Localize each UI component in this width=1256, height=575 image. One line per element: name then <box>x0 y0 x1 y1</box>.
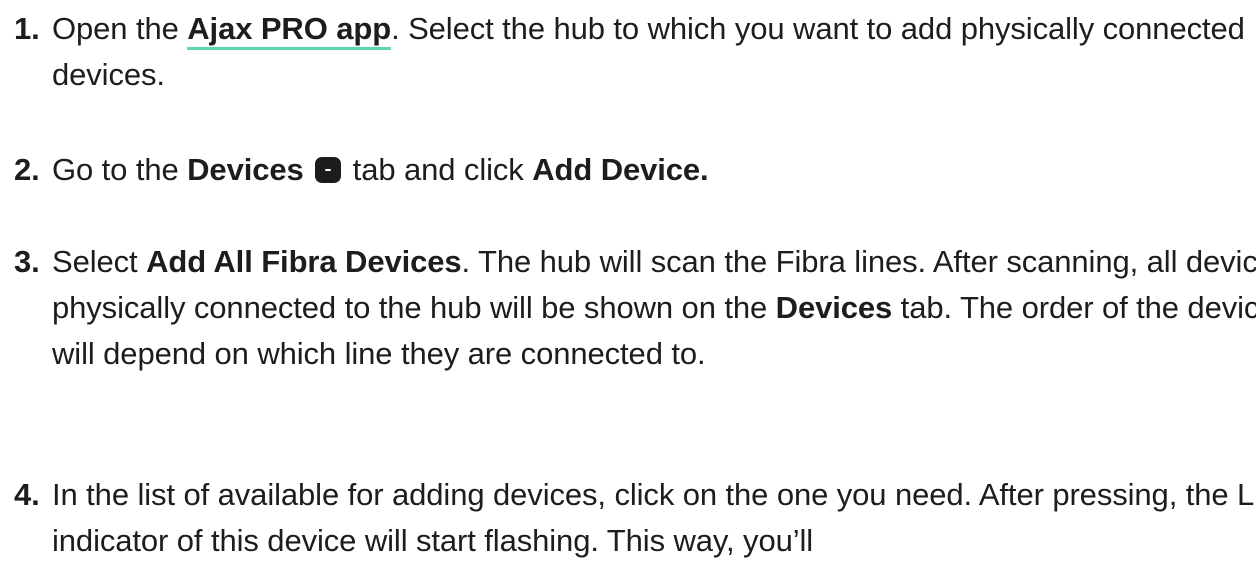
step-text: Go to the <box>52 152 188 187</box>
step-text: Select <box>52 244 147 279</box>
add-device-label: Add Device. <box>532 152 709 187</box>
step-text: tab and click <box>344 152 533 187</box>
step-text: Open the <box>52 11 188 46</box>
step-number: 1. <box>14 11 40 46</box>
add-all-fibra-devices-label: Add All Fibra Devices <box>146 244 462 279</box>
step-number: 4. <box>14 477 40 512</box>
step-3: 3. Select Add All Fibra Devices. The hub… <box>0 239 1256 377</box>
step-text: In the list of available for adding devi… <box>52 477 1256 558</box>
devices-tab-icon <box>315 157 342 183</box>
step-1: 1. Open the Ajax PRO app. Select the hub… <box>0 6 1256 98</box>
step-4: 4. In the list of available for adding d… <box>0 472 1256 564</box>
step-number: 2. <box>14 152 40 187</box>
step-2: 2. Go to the Devices tab and click Add D… <box>0 147 1256 193</box>
devices-tab-label: Devices <box>187 152 304 187</box>
devices-tab-label: Devices <box>775 290 893 325</box>
ajax-pro-app-link[interactable]: Ajax PRO app <box>187 11 391 50</box>
step-number: 3. <box>14 244 40 279</box>
